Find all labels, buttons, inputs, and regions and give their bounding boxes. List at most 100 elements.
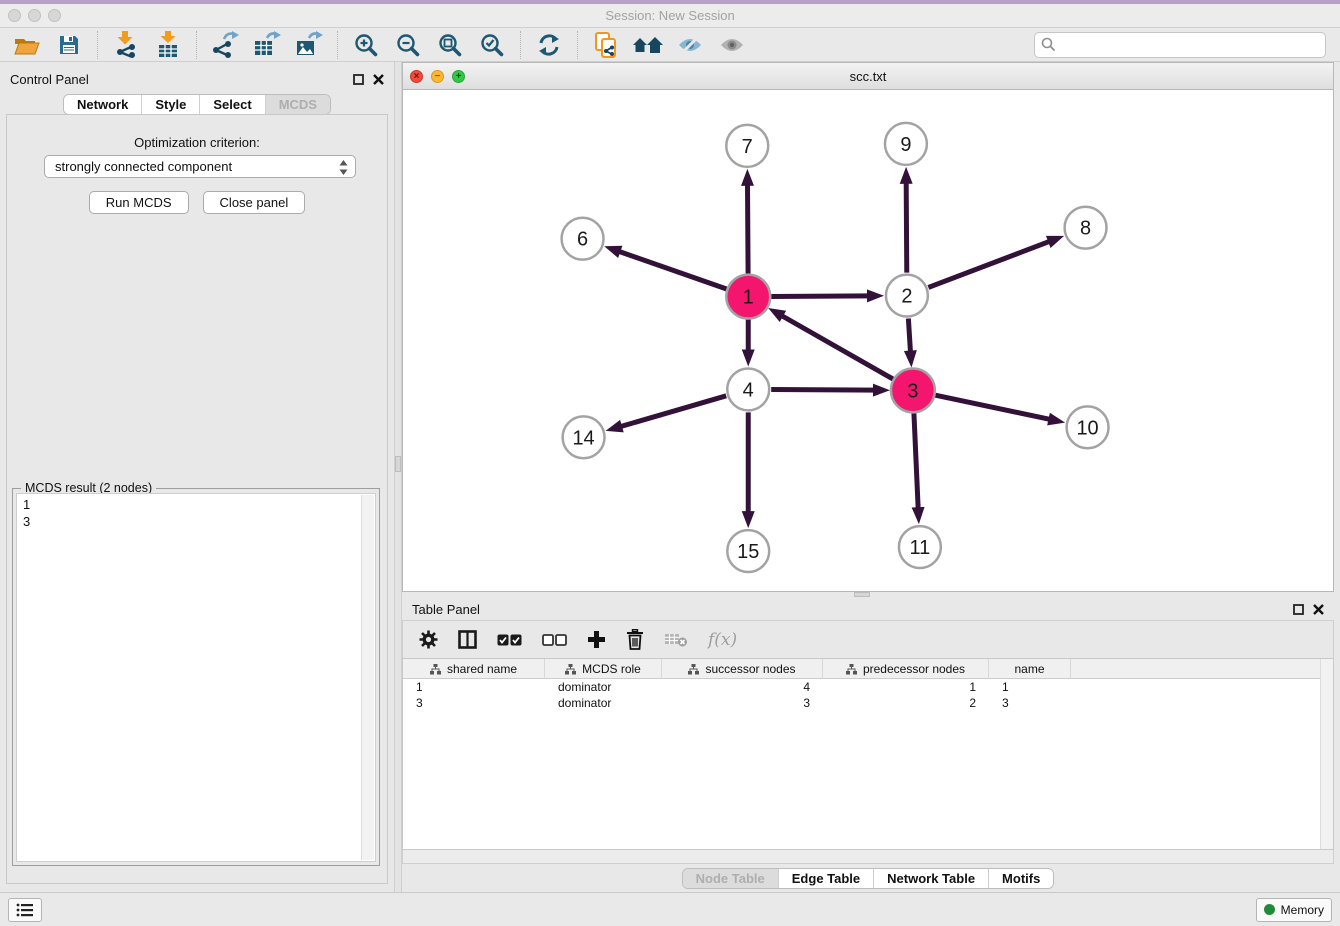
graph-node-2[interactable]: 2	[886, 275, 928, 317]
refresh-layout-icon	[537, 33, 561, 57]
table-splitter-handle[interactable]	[854, 592, 870, 597]
tab-select[interactable]: Select	[199, 95, 264, 114]
deselect-all-icon[interactable]	[542, 633, 567, 647]
column-header-mcds-role[interactable]: MCDS role	[545, 659, 662, 679]
run-mcds-button[interactable]: Run MCDS	[89, 191, 189, 214]
svg-text:8: 8	[1080, 218, 1091, 240]
graph-edge-3-11[interactable]	[912, 413, 925, 524]
table-tab-network-table[interactable]: Network Table	[873, 869, 988, 888]
tab-network[interactable]: Network	[64, 95, 141, 114]
table-cell[interactable]: 1	[403, 679, 545, 695]
delete-icon[interactable]	[626, 629, 644, 650]
graph-node-8[interactable]: 8	[1065, 207, 1107, 249]
graph-edge-1-2[interactable]	[771, 289, 884, 302]
eye-button[interactable]	[711, 30, 753, 60]
gear-icon[interactable]	[419, 630, 438, 649]
home-button[interactable]	[627, 30, 669, 60]
graph-node-9[interactable]: 9	[885, 123, 927, 165]
table-row[interactable]: 3dominator323	[403, 695, 1333, 711]
network-canvas[interactable]: 7 9 6 8 1 2 4 3 14 10 15 11	[403, 90, 1333, 591]
graph-node-4[interactable]: 4	[727, 368, 769, 410]
graph-edge-3-10[interactable]	[935, 395, 1065, 425]
table-cell[interactable]: 4	[662, 679, 823, 695]
graph-edge-1-6[interactable]	[604, 246, 726, 289]
save-session-button[interactable]	[48, 30, 90, 60]
network-graph[interactable]: 7 9 6 8 1 2 4 3 14 10 15 11	[403, 90, 1333, 591]
columns-icon[interactable]	[458, 630, 477, 649]
graph-edge-4-14[interactable]	[606, 396, 727, 433]
graph-edge-1-4[interactable]	[742, 320, 755, 367]
minimize-window-button[interactable]	[28, 9, 41, 22]
export-table-button[interactable]	[246, 30, 288, 60]
result-scrollbar[interactable]	[361, 495, 374, 860]
hide-eye-button[interactable]	[669, 30, 711, 60]
graph-edge-2-3[interactable]	[904, 318, 917, 367]
copy-network-button[interactable]	[585, 30, 627, 60]
zoom-selected-button[interactable]	[471, 30, 513, 60]
close-window-button[interactable]	[8, 9, 21, 22]
float-panel-icon[interactable]	[353, 74, 364, 85]
open-session-button[interactable]	[6, 30, 48, 60]
tab-mcds[interactable]: MCDS	[265, 95, 330, 114]
zoom-out-button[interactable]	[387, 30, 429, 60]
graph-edge-2-8[interactable]	[928, 236, 1064, 288]
export-image-button[interactable]	[288, 30, 330, 60]
export-network-button[interactable]	[204, 30, 246, 60]
graph-node-14[interactable]: 14	[563, 416, 605, 458]
column-header-predecessor-nodes[interactable]: predecessor nodes	[823, 659, 989, 679]
close-table-panel-icon[interactable]	[1313, 604, 1324, 615]
graph-node-6[interactable]: 6	[562, 218, 604, 260]
tab-style[interactable]: Style	[141, 95, 199, 114]
mcds-result-textarea[interactable]: 13	[16, 493, 376, 862]
close-panel-button[interactable]: Close panel	[203, 191, 306, 214]
graph-node-7[interactable]: 7	[726, 125, 768, 167]
refresh-layout-button[interactable]	[528, 30, 570, 60]
import-network-button[interactable]	[105, 30, 147, 60]
graph-edge-3-1[interactable]	[768, 308, 893, 379]
graph-node-3[interactable]: 3	[891, 368, 935, 412]
table-horizontal-scrollbar[interactable]	[402, 850, 1334, 864]
table-vertical-scrollbar[interactable]	[1320, 659, 1333, 849]
zoom-fit-button[interactable]	[429, 30, 471, 60]
maximize-network-button[interactable]: +	[452, 70, 465, 83]
table-tab-motifs[interactable]: Motifs	[988, 869, 1053, 888]
splitter-handle[interactable]	[395, 456, 401, 472]
optimization-criterion-select[interactable]: strongly connected component	[44, 155, 356, 178]
table-cell[interactable]: 3	[403, 695, 545, 711]
graph-node-1[interactable]: 1	[726, 275, 770, 319]
table-tab-edge-table[interactable]: Edge Table	[778, 869, 873, 888]
search-input[interactable]	[1034, 32, 1326, 58]
column-header-name[interactable]: name	[989, 659, 1071, 679]
close-network-button[interactable]: ×	[410, 70, 423, 83]
table-cell[interactable]: 2	[823, 695, 989, 711]
graph-node-11[interactable]: 11	[899, 526, 941, 568]
column-header-successor-nodes[interactable]: successor nodes	[662, 659, 823, 679]
float-table-panel-icon[interactable]	[1293, 604, 1304, 615]
graph-edge-4-3[interactable]	[771, 384, 890, 397]
table-tab-node-table[interactable]: Node Table	[683, 869, 778, 888]
zoom-window-button[interactable]	[48, 9, 61, 22]
table-row[interactable]: 1dominator411	[403, 679, 1333, 695]
column-header-shared-name[interactable]: shared name	[403, 659, 545, 679]
task-history-button[interactable]	[8, 898, 42, 922]
graph-node-15[interactable]: 15	[727, 530, 769, 572]
import-table-button[interactable]	[147, 30, 189, 60]
graph-edge-1-7[interactable]	[741, 169, 754, 274]
table-cell[interactable]: dominator	[545, 695, 662, 711]
table-cell[interactable]: 3	[662, 695, 823, 711]
graph-edge-2-9[interactable]	[900, 167, 913, 273]
graph-edge-4-15[interactable]	[742, 412, 755, 528]
table-cell[interactable]: 1	[989, 679, 1071, 695]
graph-node-10[interactable]: 10	[1067, 406, 1109, 448]
select-all-icon[interactable]	[497, 633, 522, 647]
panel-splitter[interactable]	[394, 62, 402, 892]
table-cell[interactable]: 3	[989, 695, 1071, 711]
table-cell[interactable]: dominator	[545, 679, 662, 695]
zoom-in-button[interactable]	[345, 30, 387, 60]
add-column-icon[interactable]	[587, 630, 606, 649]
minimize-network-button[interactable]: −	[431, 70, 444, 83]
close-panel-icon[interactable]	[373, 74, 384, 85]
table-splitter[interactable]	[402, 592, 1334, 598]
memory-button[interactable]: Memory	[1256, 898, 1332, 922]
table-cell[interactable]: 1	[823, 679, 989, 695]
